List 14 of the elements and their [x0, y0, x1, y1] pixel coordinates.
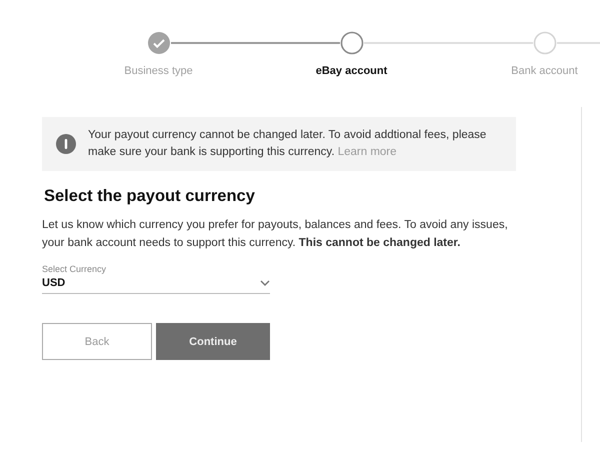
notice-text: Your payout currency cannot be changed later. To avoid addtional fees, please make sure your bank is supporting this currency. Learn more [88, 128, 488, 160]
learn-more-link[interactable]: Learn more [338, 146, 397, 158]
description-text: Let us know which currency you prefer for payouts, balances and fees. To avoid any issues, your bank account needs to support this currency. This cannot be changed later. [42, 218, 509, 251]
step-label[interactable]: eBay account [316, 65, 388, 77]
currency-select[interactable]: Select Currency USD [42, 264, 270, 294]
section-heading: Select the payout currency [44, 187, 256, 206]
select-value: USD [42, 277, 66, 289]
step-label[interactable]: Business type [124, 65, 193, 77]
chevron-down-icon [260, 280, 270, 286]
back-button[interactable]: Back [42, 323, 152, 360]
continue-button[interactable]: Continue [156, 323, 270, 360]
select-label: Select Currency [42, 264, 108, 274]
info-icon [56, 134, 76, 154]
step-label[interactable]: Bank account [511, 65, 578, 77]
